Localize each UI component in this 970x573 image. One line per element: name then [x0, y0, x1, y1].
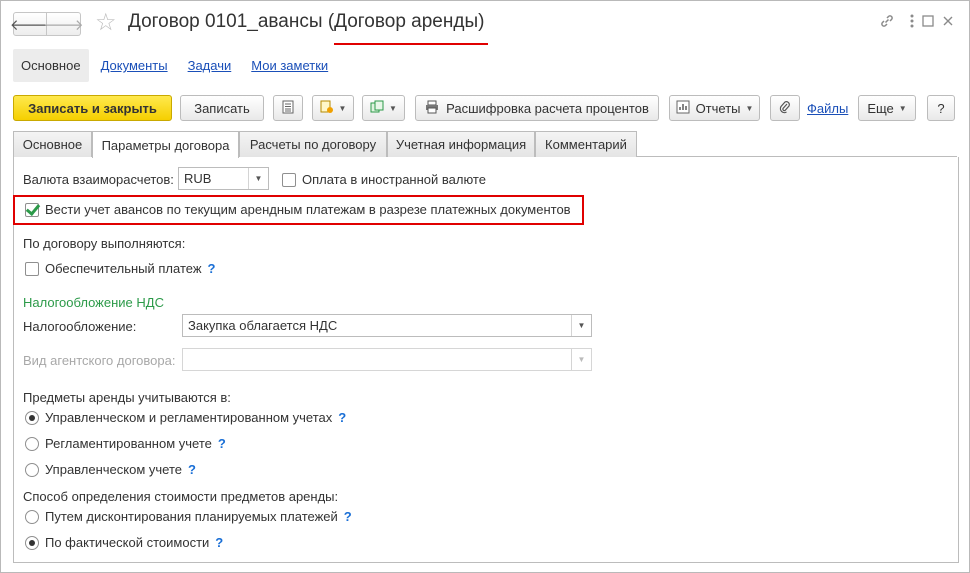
advances-label: Вести учет авансов по текущим арендным п…	[45, 202, 571, 217]
vat-section-title: Налогообложение НДС	[23, 295, 164, 310]
tab-contract-params[interactable]: Параметры договора	[92, 131, 239, 158]
save-button[interactable]: Записать	[180, 95, 264, 121]
items-header: Предметы аренды учитываются в:	[23, 390, 231, 405]
help-icon[interactable]: ?	[338, 410, 346, 425]
page-title: Договор 0101_авансы (Договор аренды)	[128, 11, 484, 33]
cost-option-discount-radio[interactable]	[25, 510, 39, 524]
star-icon[interactable]: ☆	[95, 11, 117, 35]
help-icon[interactable]: ?	[208, 261, 216, 276]
currency-select[interactable]: RUB ▼	[178, 167, 269, 190]
foreign-payment-label: Оплата в иностранной валюте	[302, 172, 486, 187]
more-icon[interactable]	[909, 13, 915, 34]
items-option-regulated: Регламентированном учете?	[45, 436, 226, 451]
related-documents-button[interactable]: ▼	[362, 95, 405, 121]
help-icon[interactable]: ?	[188, 462, 196, 477]
tab-settlements[interactable]: Расчеты по договору	[239, 131, 387, 157]
tab-accounting-info[interactable]: Учетная информация	[387, 131, 535, 157]
tab-main[interactable]: Основное	[13, 131, 92, 157]
files-link[interactable]: Файлы	[807, 101, 848, 116]
paperclip-icon	[779, 100, 791, 117]
items-option-regulated-label: Регламентированном учете	[45, 436, 212, 451]
forward-button[interactable]: 🡒	[43, 12, 84, 36]
tab-bar: Основное Параметры договора Расчеты по д…	[13, 131, 957, 158]
currency-value: RUB	[184, 171, 212, 186]
items-option-regulated-radio[interactable]	[25, 437, 39, 451]
tax-select[interactable]: Закупка облагается НДС ▼	[182, 314, 592, 337]
reports-label: Отчеты	[695, 100, 741, 116]
items-option-both-radio[interactable]	[25, 411, 39, 425]
title-annotation-underline	[334, 43, 488, 45]
items-option-both: Управленческом и регламентированном учет…	[45, 410, 346, 425]
documents-icon	[370, 100, 384, 117]
items-option-management-radio[interactable]	[25, 463, 39, 477]
items-option-management: Управленческом учете?	[45, 462, 196, 477]
help-icon[interactable]: ?	[218, 436, 226, 451]
advances-checkbox[interactable]	[25, 203, 39, 217]
cost-option-actual: По фактической стоимости?	[45, 535, 223, 550]
back-button[interactable]: 🡐	[10, 12, 50, 36]
cost-option-actual-radio[interactable]	[25, 536, 39, 550]
reports-button[interactable]: Отчеты ▼	[669, 95, 760, 121]
attach-button[interactable]	[770, 95, 800, 121]
form-window: 🡐 🡒 ☆ Договор 0101_авансы (Договор аренд…	[0, 0, 970, 573]
items-option-management-label: Управленческом учете	[45, 462, 183, 477]
more-label: Еще	[867, 100, 894, 116]
link-icon[interactable]	[879, 13, 895, 34]
security-payment-label: Обеспечительный платеж?	[45, 261, 216, 276]
interest-calc-label: Расшифровка расчета процентов	[446, 100, 649, 116]
interest-calc-button[interactable]: Расшифровка расчета процентов	[415, 95, 659, 121]
save-and-close-button[interactable]: Записать и закрыть	[13, 95, 172, 121]
arrow-right-icon: 🡒	[43, 16, 84, 34]
help-icon[interactable]: ?	[215, 535, 223, 550]
title-document: Договор 0101_авансы	[128, 11, 323, 32]
printer-icon	[425, 100, 439, 117]
report-icon	[676, 100, 690, 117]
currency-label: Валюта взаиморасчетов:	[23, 172, 174, 187]
foreign-payment-checkbox[interactable]	[282, 173, 296, 187]
help-icon[interactable]: ?	[344, 509, 352, 524]
section-notes[interactable]: Мои заметки	[243, 49, 336, 82]
section-tasks[interactable]: Задачи	[180, 49, 240, 82]
list-icon	[282, 100, 294, 117]
tax-label: Налогообложение:	[23, 319, 137, 334]
items-option-both-label: Управленческом и регламентированном учет…	[45, 410, 333, 425]
security-payment-text: Обеспечительный платеж	[45, 261, 202, 276]
create-based-on-button[interactable]: ▼	[312, 95, 354, 121]
title-type: (Договор аренды)	[327, 11, 485, 32]
tab-comment[interactable]: Комментарий	[535, 131, 637, 157]
performed-header: По договору выполняются:	[23, 236, 186, 251]
chevron-down-icon[interactable]: ▼	[571, 349, 591, 370]
maximize-icon[interactable]	[921, 13, 935, 33]
help-button[interactable]: ?	[927, 95, 955, 121]
section-main[interactable]: Основное	[13, 49, 89, 82]
cost-option-discount: Путем дисконтирования планируемых платеж…	[45, 509, 352, 524]
close-icon[interactable]	[941, 13, 955, 33]
cost-option-actual-label: По фактической стоимости	[45, 535, 210, 550]
chevron-down-icon[interactable]: ▼	[248, 168, 268, 189]
security-payment-checkbox[interactable]	[25, 262, 39, 276]
chevron-down-icon[interactable]: ▼	[571, 315, 591, 336]
document-list-button[interactable]	[273, 95, 303, 121]
more-button[interactable]: Еще ▼	[858, 95, 916, 121]
cost-header: Способ определения стоимости предметов а…	[23, 489, 339, 504]
section-nav: Основное Документы Задачи Мои заметки	[13, 49, 340, 82]
document-add-icon	[320, 100, 334, 117]
tax-value: Закупка облагается НДС	[188, 318, 338, 333]
agency-select[interactable]: ▼	[182, 348, 592, 371]
cost-option-discount-label: Путем дисконтирования планируемых платеж…	[45, 509, 338, 524]
section-documents[interactable]: Документы	[93, 49, 176, 82]
agency-label: Вид агентского договора:	[23, 353, 176, 368]
